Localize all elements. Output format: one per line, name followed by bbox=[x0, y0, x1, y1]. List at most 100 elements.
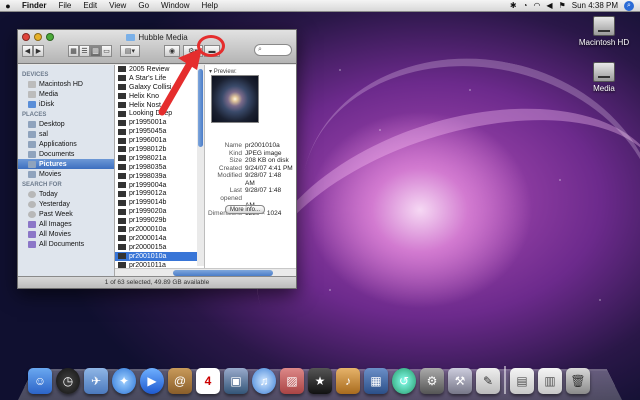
file-row[interactable]: pr1999014b bbox=[115, 198, 204, 207]
menu-finder[interactable]: Finder bbox=[16, 1, 52, 10]
preview-thumbnail[interactable] bbox=[211, 75, 259, 123]
addressbook-icon[interactable]: @ bbox=[168, 368, 192, 394]
documents-folder-icon bbox=[28, 150, 36, 158]
file-row[interactable]: pr1998021a bbox=[115, 154, 204, 163]
metadata-key bbox=[207, 180, 245, 188]
sidebar-item-media[interactable]: Media bbox=[18, 89, 114, 99]
sidebar-item-macintosh-hd[interactable]: Macintosh HD bbox=[18, 79, 114, 89]
file-row[interactable]: pr2000010a bbox=[115, 225, 204, 234]
systemprefs-icon[interactable]: ⚙ bbox=[420, 368, 444, 394]
file-name: 2005 Review bbox=[129, 65, 170, 73]
safari-icon[interactable]: ✦ bbox=[112, 368, 136, 394]
image-thumbnail-icon bbox=[118, 190, 126, 197]
file-row[interactable]: pr1998012b bbox=[115, 145, 204, 154]
timemachine-icon[interactable]: ↺ bbox=[392, 368, 416, 394]
downloads-stack-icon[interactable]: ▥ bbox=[538, 368, 562, 394]
quick-look-button[interactable]: ◉ bbox=[164, 45, 180, 57]
more-info-button[interactable]: More info... bbox=[225, 205, 265, 214]
file-row[interactable]: pr2000015a bbox=[115, 243, 204, 252]
sidebar-item-documents[interactable]: Documents bbox=[18, 149, 114, 159]
file-row[interactable]: pr1998035a bbox=[115, 163, 204, 172]
file-row[interactable]: pr2000014a bbox=[115, 234, 204, 243]
scrollbar-thumb[interactable] bbox=[198, 69, 203, 147]
window-title: Hubble Media bbox=[18, 33, 296, 42]
menu-view[interactable]: View bbox=[103, 1, 132, 10]
file-row[interactable]: pr1999004a bbox=[115, 181, 204, 190]
horizontal-scrollbar[interactable] bbox=[115, 268, 296, 276]
file-row[interactable]: pr1999020a bbox=[115, 207, 204, 216]
documents-stack-icon[interactable]: ▤ bbox=[510, 368, 534, 394]
flag-icon[interactable]: ⚑ bbox=[559, 1, 566, 10]
search-input[interactable]: ⌕ bbox=[254, 44, 292, 56]
sidebar-item-idisk[interactable]: iDisk bbox=[18, 99, 114, 109]
sidebar-item-today[interactable]: Today bbox=[18, 189, 114, 199]
ical-icon[interactable]: 4 bbox=[196, 368, 220, 394]
menu-help[interactable]: Help bbox=[195, 1, 223, 10]
file-row[interactable]: Galaxy Collisi bbox=[115, 83, 204, 92]
wifi-icon[interactable]: ◠ bbox=[533, 1, 540, 10]
file-row[interactable]: pr1999012a bbox=[115, 189, 204, 198]
menu-edit[interactable]: Edit bbox=[77, 1, 103, 10]
file-row[interactable]: pr1996001a bbox=[115, 136, 204, 145]
file-row[interactable]: pr1995001a bbox=[115, 118, 204, 127]
sidebar-item-all-documents[interactable]: All Documents bbox=[18, 239, 114, 249]
file-row[interactable]: pr1999029b bbox=[115, 216, 204, 225]
menu-go[interactable]: Go bbox=[132, 1, 155, 10]
search-icon: ⌕ bbox=[258, 46, 262, 53]
menu-bar: ● Finder File Edit View Go Window Help ✱… bbox=[0, 0, 640, 12]
ichat-icon[interactable]: ▶ bbox=[140, 368, 164, 394]
spaces-icon[interactable]: ▦ bbox=[364, 368, 388, 394]
file-row[interactable]: pr1998039a bbox=[115, 172, 204, 181]
sidebar-item-movies[interactable]: Movies bbox=[18, 169, 114, 179]
file-row[interactable]: Looking Deep bbox=[115, 109, 204, 118]
file-row[interactable]: Helix Kno bbox=[115, 92, 204, 101]
textedit-icon[interactable]: ✎ bbox=[476, 368, 500, 394]
smart-folder-icon bbox=[28, 230, 36, 238]
sidebar-item-all-movies[interactable]: All Movies bbox=[18, 229, 114, 239]
file-column-scrollbar[interactable] bbox=[197, 65, 204, 266]
desktop-icon-media[interactable]: Media bbox=[574, 62, 634, 93]
sidebar-item-desktop[interactable]: Desktop bbox=[18, 119, 114, 129]
file-row[interactable]: Helix Nost bbox=[115, 101, 204, 110]
arrange-button[interactable]: ▤▾ bbox=[120, 45, 140, 57]
home-icon bbox=[28, 130, 36, 138]
metadata-key: Name bbox=[224, 142, 242, 149]
mail-icon[interactable]: ✈ bbox=[84, 368, 108, 394]
time-machine-menu-icon[interactable]: ◔ bbox=[523, 1, 528, 10]
menu-window[interactable]: Window bbox=[155, 1, 195, 10]
clock[interactable]: Sun 4:38 PM bbox=[572, 1, 618, 10]
finder-icon[interactable]: ☺ bbox=[28, 368, 52, 394]
volume-icon[interactable]: ◀ bbox=[546, 1, 552, 10]
sidebar-item-applications[interactable]: Applications bbox=[18, 139, 114, 149]
sidebar-item-all-images[interactable]: All Images bbox=[18, 219, 114, 229]
sidebar-item-past-week[interactable]: Past Week bbox=[18, 209, 114, 219]
bluetooth-icon[interactable]: ✱ bbox=[510, 1, 517, 10]
menu-file[interactable]: File bbox=[52, 1, 77, 10]
icon-view-button[interactable]: ▦ bbox=[68, 45, 79, 57]
file-row[interactable]: pr2001010a bbox=[115, 251, 204, 261]
itunes-icon[interactable]: ♫ bbox=[252, 368, 276, 394]
sidebar-item-sal[interactable]: sal bbox=[18, 129, 114, 139]
spotlight-icon[interactable]: ⌕ bbox=[624, 0, 634, 11]
file-row[interactable]: pr1995045a bbox=[115, 127, 204, 136]
file-row[interactable]: 2005 Review bbox=[115, 65, 204, 74]
file-name: pr1999014b bbox=[129, 199, 167, 207]
file-row[interactable]: A Star's Life bbox=[115, 74, 204, 83]
desktop-icon-macintosh-hd[interactable]: Macintosh HD bbox=[574, 16, 634, 47]
dashboard-icon[interactable]: ◷ bbox=[56, 368, 80, 394]
sidebar-item-pictures[interactable]: Pictures bbox=[18, 159, 114, 169]
xcode-icon[interactable]: ⚒ bbox=[448, 368, 472, 394]
coverflow-view-button[interactable]: ▭ bbox=[101, 45, 112, 57]
sidebar-item-yesterday[interactable]: Yesterday bbox=[18, 199, 114, 209]
iphoto-icon[interactable]: ▨ bbox=[280, 368, 304, 394]
column-view-button[interactable]: ▥ bbox=[90, 45, 101, 57]
preview-icon[interactable]: ▣ bbox=[224, 368, 248, 394]
imovie-icon[interactable]: ★ bbox=[308, 368, 332, 394]
garageband-icon[interactable]: ♪ bbox=[336, 368, 360, 394]
trash-icon[interactable]: 🗑 bbox=[566, 368, 590, 394]
forward-button[interactable]: ▶ bbox=[33, 45, 44, 57]
window-titlebar[interactable]: Hubble Media ◀ ▶ ▦ ☰ ▥ ▭ ▤▾ ◉ ⚙▾ ▬ ⌕ bbox=[18, 30, 296, 64]
list-view-button[interactable]: ☰ bbox=[79, 45, 90, 57]
apple-menu-icon[interactable]: ● bbox=[0, 1, 16, 11]
back-button[interactable]: ◀ bbox=[22, 45, 33, 57]
